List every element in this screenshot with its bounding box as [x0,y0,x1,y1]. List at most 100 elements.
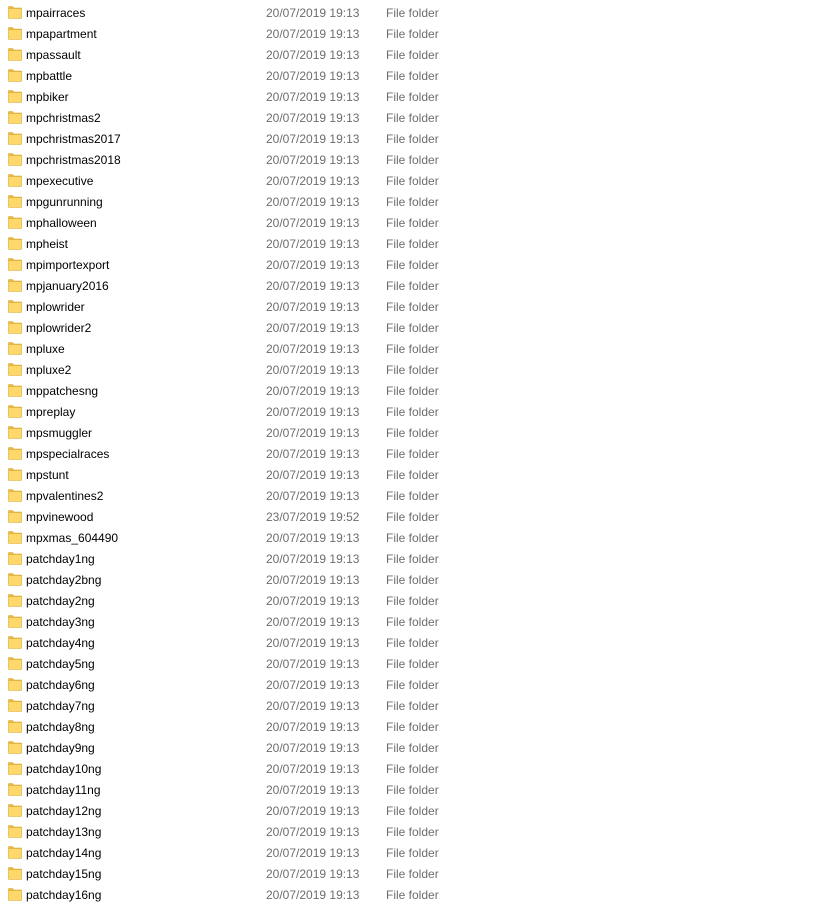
folder-icon [8,447,22,460]
file-row[interactable]: patchday6ng 20/07/2019 19:13 File folder [0,675,840,696]
file-row[interactable]: mpxmas_604490 20/07/2019 19:13 File folder [0,528,840,549]
folder-icon [8,27,22,40]
folder-icon [8,342,22,355]
file-row[interactable]: mpstunt 20/07/2019 19:13 File folder [0,465,840,486]
file-type: File folder [386,510,439,524]
file-row[interactable]: patchday5ng 20/07/2019 19:13 File folder [0,654,840,675]
file-date-modified: 20/07/2019 19:13 [266,531,360,545]
file-date-modified: 20/07/2019 19:13 [266,783,360,797]
file-row[interactable]: mpimportexport 20/07/2019 19:13 File folde… [0,255,840,276]
file-type: File folder [386,48,439,62]
file-row[interactable]: patchday2ng 20/07/2019 19:13 File folder [0,591,840,612]
file-type: File folder [386,573,439,587]
file-date-modified: 20/07/2019 19:13 [266,657,360,671]
file-row[interactable]: mpbattle 20/07/2019 19:13 File folder [0,66,840,87]
file-row[interactable]: mpreplay 20/07/2019 19:13 File folder [0,402,840,423]
file-name: mpapartment [26,27,97,41]
folder-icon [8,426,22,439]
file-type: File folder [386,699,439,713]
file-name: patchday12ng [26,804,102,818]
file-type: File folder [386,69,439,83]
folder-icon [8,783,22,796]
file-name: mpxmas_604490 [26,531,119,545]
file-row[interactable]: patchday15ng 20/07/2019 19:13 File folder [0,864,840,885]
file-row[interactable]: patchday9ng 20/07/2019 19:13 File folder [0,738,840,759]
file-type: File folder [386,615,439,629]
file-date-modified: 20/07/2019 19:13 [266,552,360,566]
folder-icon [8,279,22,292]
file-name: patchday2bng [26,573,102,587]
file-row[interactable]: mpchristmas2018 20/07/2019 19:13 File fold… [0,150,840,171]
file-row[interactable]: mphalloween 20/07/2019 19:13 File folder [0,213,840,234]
file-row[interactable]: patchday4ng 20/07/2019 19:13 File folder [0,633,840,654]
file-type: File folder [386,321,439,335]
file-row[interactable]: mpheist 20/07/2019 19:13 File folder [0,234,840,255]
file-name: mpstunt [26,468,69,482]
file-row[interactable]: mpgunrunning 20/07/2019 19:13 File folder [0,192,840,213]
folder-icon [8,405,22,418]
file-type: File folder [386,27,439,41]
file-row[interactable]: mpchristmas2 20/07/2019 19:13 File folder [0,108,840,129]
folder-icon [8,741,22,754]
file-row[interactable]: patchday16ng 20/07/2019 19:13 File folder [0,885,840,906]
file-row[interactable]: mppatchesng 20/07/2019 19:13 File folder [0,381,840,402]
file-row[interactable]: patchday14ng 20/07/2019 19:13 File folder [0,843,840,864]
file-row[interactable]: mpassault 20/07/2019 19:13 File folder [0,45,840,66]
file-type: File folder [386,489,439,503]
file-row[interactable]: mpspecialraces 20/07/2019 19:13 File folde… [0,444,840,465]
file-row[interactable]: patchday1ng 20/07/2019 19:13 File folder [0,549,840,570]
file-date-modified: 20/07/2019 19:13 [266,216,360,230]
folder-icon [8,720,22,733]
file-type: File folder [386,216,439,230]
file-row[interactable]: mpluxe 20/07/2019 19:13 File folder [0,339,840,360]
file-row[interactable]: patchday8ng 20/07/2019 19:13 File folder [0,717,840,738]
file-type: File folder [386,195,439,209]
file-type: File folder [386,237,439,251]
file-date-modified: 20/07/2019 19:13 [266,384,360,398]
file-name: patchday10ng [26,762,102,776]
file-type: File folder [386,720,439,734]
file-row[interactable]: mpbiker 20/07/2019 19:13 File folder [0,87,840,108]
file-name: mphalloween [26,216,97,230]
file-row[interactable]: patchday13ng 20/07/2019 19:13 File folder [0,822,840,843]
file-name: mpbattle [26,69,73,83]
folder-icon [8,132,22,145]
file-row[interactable]: mpluxe2 20/07/2019 19:13 File folder [0,360,840,381]
file-row[interactable]: patchday10ng 20/07/2019 19:13 File folder [0,759,840,780]
file-date-modified: 23/07/2019 19:52 [266,510,360,524]
file-row[interactable]: mplowrider2 20/07/2019 19:13 File folder [0,318,840,339]
file-name: patchday13ng [26,825,102,839]
file-row[interactable]: patchday12ng 20/07/2019 19:13 File folder [0,801,840,822]
file-date-modified: 20/07/2019 19:13 [266,6,360,20]
file-row[interactable]: patchday11ng 20/07/2019 19:13 File folder [0,780,840,801]
file-date-modified: 20/07/2019 19:13 [266,279,360,293]
folder-icon [8,636,22,649]
file-name: mpchristmas2018 [26,153,121,167]
file-row[interactable]: patchday2bng 20/07/2019 19:13 File folder [0,570,840,591]
file-row[interactable]: mplowrider 20/07/2019 19:13 File folder [0,297,840,318]
file-date-modified: 20/07/2019 19:13 [266,594,360,608]
file-date-modified: 20/07/2019 19:13 [266,363,360,377]
file-row[interactable]: patchday3ng 20/07/2019 19:13 File folder [0,612,840,633]
file-date-modified: 20/07/2019 19:13 [266,720,360,734]
file-row[interactable]: mpchristmas2017 20/07/2019 19:13 File fold… [0,129,840,150]
file-row[interactable]: mpjanuary2016 20/07/2019 19:13 File folder [0,276,840,297]
file-type: File folder [386,678,439,692]
file-row[interactable]: mpvinewood 23/07/2019 19:52 File folder [0,507,840,528]
file-date-modified: 20/07/2019 19:13 [266,573,360,587]
file-name: mpluxe [26,342,65,356]
file-row[interactable]: mpsmuggler 20/07/2019 19:13 File folder [0,423,840,444]
file-name: patchday14ng [26,846,102,860]
file-row[interactable]: mpvalentines2 20/07/2019 19:13 File folder [0,486,840,507]
file-name: mpbiker [26,90,69,104]
file-date-modified: 20/07/2019 19:13 [266,426,360,440]
file-row[interactable]: mpexecutive 20/07/2019 19:13 File folder [0,171,840,192]
file-row[interactable]: patchday7ng 20/07/2019 19:13 File folder [0,696,840,717]
file-row[interactable]: mpapartment 20/07/2019 19:13 File folder [0,24,840,45]
file-type: File folder [386,258,439,272]
file-row[interactable]: mpairraces 20/07/2019 19:13 File folder [0,3,840,24]
folder-icon [8,468,22,481]
file-name: mpreplay [26,405,76,419]
folder-icon [8,321,22,334]
folder-icon [8,489,22,502]
